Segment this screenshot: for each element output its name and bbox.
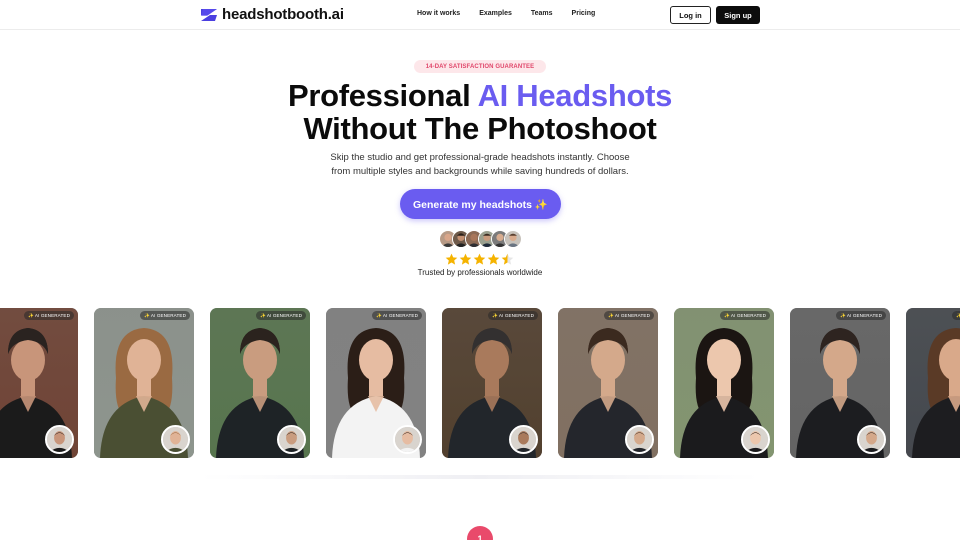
star-icon: [473, 253, 486, 265]
selfie-photo: [395, 427, 420, 452]
source-selfie-thumbnail: [625, 425, 654, 454]
source-selfie-thumbnail: [45, 425, 74, 454]
step-number-badge: 1: [467, 526, 493, 540]
trusted-text: Trusted by professionals worldwide: [417, 268, 543, 277]
ai-generated-tag: ✨ AI GENERATED: [951, 311, 960, 320]
ai-generated-tag: ✨ AI GENERATED: [835, 311, 886, 320]
selfie-photo: [163, 427, 188, 452]
ai-generated-tag: ✨ AI GENERATED: [371, 311, 422, 320]
ai-generated-tag: ✨ AI GENERATED: [487, 311, 538, 320]
rating-stars: [445, 253, 514, 266]
headshot-card-asian-woman-white[interactable]: ✨ AI GENERATED: [326, 308, 426, 458]
title-part1: Professional: [287, 78, 478, 113]
avatar: [504, 230, 522, 248]
guarantee-badge: 14-DAY SATISFACTION GUARANTEE: [414, 60, 546, 73]
hero-subtitle-line2: from multiple styles and backgrounds whi…: [331, 166, 629, 177]
source-selfie-thumbnail: [857, 425, 886, 454]
selfie-photo: [743, 427, 768, 452]
headshot-photo: [906, 308, 960, 458]
brand-name: headshotbooth.ai: [222, 6, 344, 23]
source-selfie-thumbnail: [509, 425, 538, 454]
selfie-photo: [511, 427, 536, 452]
hero-title-line2: Without The Photoshoot: [303, 111, 657, 146]
source-selfie-thumbnail: [741, 425, 770, 454]
ai-generated-tag: ✨ AI GENERATED: [139, 311, 190, 320]
section-divider: [200, 475, 760, 479]
nav-how-it-works[interactable]: How it works: [417, 10, 460, 17]
signup-button[interactable]: Sign up: [716, 6, 760, 24]
selfie-photo: [859, 427, 884, 452]
headshot-card-man-suit-street[interactable]: ✨ AI GENERATED: [558, 308, 658, 458]
login-button[interactable]: Log in: [670, 6, 711, 24]
hero-title-line1: Professional AI Headshots: [0, 80, 960, 112]
star-icon: [487, 253, 500, 265]
selfie-photo: [627, 427, 652, 452]
headshot-card-man-lake[interactable]: ✨ AI GENERATED: [210, 308, 310, 458]
ai-generated-tag: ✨ AI GENERATED: [603, 311, 654, 320]
source-selfie-thumbnail: [277, 425, 306, 454]
customer-avatars: [439, 230, 522, 248]
source-selfie-thumbnail: [393, 425, 422, 454]
nav-links: How it works Examples Teams Pricing: [417, 10, 595, 17]
hero-subtitle-line1: Skip the studio and get professional-gra…: [330, 152, 630, 163]
star-icon: [501, 253, 514, 265]
selfie-photo: [47, 427, 72, 452]
nav-examples[interactable]: Examples: [479, 10, 512, 17]
brand-logo[interactable]: headshotbooth.ai: [200, 6, 344, 23]
headshot-card-asian-woman-blazer[interactable]: ✨ AI GENERATED: [674, 308, 774, 458]
nav-pricing[interactable]: Pricing: [572, 10, 596, 17]
star-icon: [459, 253, 472, 265]
ai-generated-tag: ✨ AI GENERATED: [255, 311, 306, 320]
logo-icon: [201, 8, 217, 21]
ai-generated-tag: ✨ AI GENERATED: [719, 311, 770, 320]
generate-headshots-button[interactable]: Generate my headshots ✨: [400, 189, 561, 219]
source-selfie-thumbnail: [161, 425, 190, 454]
star-icon: [445, 253, 458, 265]
headshot-card-bearded-man-brick[interactable]: ✨ AI GENERATED: [0, 308, 78, 458]
headshot-card-curly-woman-green[interactable]: ✨ AI GENERATED: [94, 308, 194, 458]
ai-generated-tag: ✨ AI GENERATED: [23, 311, 74, 320]
nav-teams[interactable]: Teams: [531, 10, 553, 17]
title-accent: AI Headshots: [477, 78, 673, 113]
headshot-card-woman-office[interactable]: ✨ AI GENERATED: [906, 308, 960, 458]
headshot-card-man-bookshelf[interactable]: ✨ AI GENERATED: [442, 308, 542, 458]
selfie-photo: [279, 427, 304, 452]
headshot-carousel[interactable]: ✨ AI GENERATED ✨ AI GENERATED ✨ AI GENER…: [0, 308, 960, 458]
top-navbar: headshotbooth.ai How it works Examples T…: [0, 0, 960, 30]
headshot-card-man-suit-gray[interactable]: ✨ AI GENERATED: [790, 308, 890, 458]
